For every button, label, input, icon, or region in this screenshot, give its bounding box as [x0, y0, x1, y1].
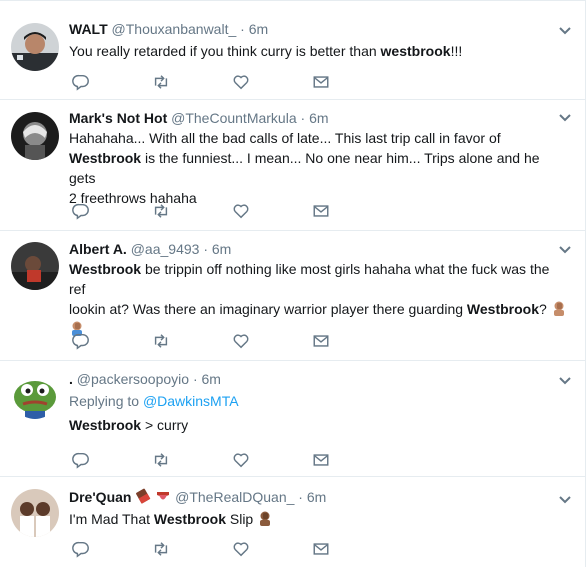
tweet-text: Westbrook > curry: [69, 415, 569, 435]
display-name[interactable]: Mark's Not Hot: [69, 110, 167, 126]
replying-label: Replying to: [69, 393, 143, 409]
text-segment: be trippin off nothing like most girls h…: [69, 261, 550, 297]
text-line: Westbrook is the funniest... I mean... N…: [69, 148, 569, 188]
text-segment: You really retarded if you think curry i…: [69, 43, 381, 59]
chevron-down-icon[interactable]: [558, 26, 572, 36]
text-segment: ?: [539, 301, 547, 317]
display-name[interactable]: .: [69, 371, 73, 387]
tweet-drequan[interactable]: Dre'Quan @TheRealDQuan_ · 6m I'm Mad Tha…: [0, 477, 586, 568]
direct-message-icon[interactable]: [312, 540, 332, 560]
mention-link[interactable]: @DawkinsMTA: [143, 393, 239, 409]
reply-icon[interactable]: [72, 540, 92, 560]
tweet-timeline: WALT @Thouxanbanwalt_ · 6m You really re…: [0, 0, 586, 567]
separator-dot: ·: [240, 21, 245, 37]
direct-message-icon[interactable]: [312, 73, 332, 93]
timestamp[interactable]: 6m: [212, 241, 231, 257]
tweet-header: Dre'Quan @TheRealDQuan_ · 6m: [69, 487, 569, 507]
chevron-down-icon[interactable]: [558, 376, 572, 386]
highlighted-keyword: Westbrook: [69, 150, 142, 166]
user-handle[interactable]: @Thouxanbanwalt_: [112, 21, 237, 37]
text-line: Westbrook be trippin off nothing like mo…: [69, 259, 569, 299]
reply-icon[interactable]: [72, 332, 92, 352]
retweet-icon[interactable]: [152, 540, 172, 560]
text-segment: lookin at? Was there an imaginary warrio…: [69, 301, 467, 317]
replying-to-line: Replying to @DawkinsMTA: [69, 391, 569, 411]
chevron-down-icon[interactable]: [558, 495, 572, 505]
retweet-icon[interactable]: [152, 451, 172, 471]
retweet-icon[interactable]: [152, 332, 172, 352]
user-handle[interactable]: @aa_9493: [131, 241, 200, 257]
text-segment: I'm Mad That: [69, 511, 154, 527]
text-line: lookin at? Was there an imaginary warrio…: [69, 299, 569, 319]
man-facepalming-emoji-icon: [553, 301, 564, 316]
reply-icon[interactable]: [72, 202, 92, 222]
avatar[interactable]: [11, 242, 59, 290]
user-handle[interactable]: @TheRealDQuan_: [175, 489, 294, 505]
user-handle[interactable]: @TheCountMarkula: [171, 110, 297, 126]
separator-dot: ·: [298, 489, 303, 505]
like-heart-icon[interactable]: [232, 202, 252, 222]
timestamp[interactable]: 6m: [309, 110, 328, 126]
text-segment: !!!: [450, 43, 463, 59]
like-heart-icon[interactable]: [232, 332, 252, 352]
avatar[interactable]: [11, 489, 59, 537]
tweet-text: You really retarded if you think curry i…: [69, 41, 569, 61]
retweet-icon[interactable]: [152, 202, 172, 222]
tweet-header: . @packersoopoyio · 6m: [69, 369, 569, 389]
separator-dot: ·: [300, 110, 306, 126]
tweet-packersoopoyio[interactable]: . @packersoopoyio · 6m Replying to @Dawk…: [0, 361, 586, 477]
separator-dot: ·: [192, 371, 198, 387]
tweet-header: Mark's Not Hot @TheCountMarkula · 6m: [69, 108, 569, 128]
separator-dot: ·: [203, 241, 208, 257]
highlighted-keyword: Westbrook: [69, 261, 142, 277]
highlighted-keyword: Westbrook: [69, 417, 142, 433]
text-segment: > curry: [141, 417, 189, 433]
tweet-text: Westbrook be trippin off nothing like mo…: [69, 259, 569, 339]
like-heart-icon[interactable]: [232, 73, 252, 93]
tweet-header: Albert A. @aa_9493 · 6m: [69, 239, 569, 259]
tweet-walt[interactable]: WALT @Thouxanbanwalt_ · 6m You really re…: [0, 1, 586, 100]
timestamp[interactable]: 6m: [307, 489, 326, 505]
display-name[interactable]: Albert A.: [69, 241, 127, 257]
user-handle[interactable]: @packersoopoyio: [77, 371, 189, 387]
tweet-text: Hahahaha... With all the bad calls of la…: [69, 128, 569, 208]
timestamp[interactable]: 6m: [202, 371, 221, 387]
text-line: Hahahaha... With all the bad calls of la…: [69, 130, 501, 146]
chocolate-bar-emoji-icon: [136, 488, 151, 504]
direct-message-icon[interactable]: [312, 332, 332, 352]
reply-icon[interactable]: [72, 73, 92, 93]
direct-message-icon[interactable]: [312, 451, 332, 471]
highlighted-keyword: Westbrook: [153, 511, 226, 527]
like-heart-icon[interactable]: [232, 540, 252, 560]
chevron-down-icon[interactable]: [558, 113, 572, 123]
avatar[interactable]: [11, 112, 59, 160]
display-name[interactable]: Dre'Quan: [69, 489, 131, 505]
like-heart-icon[interactable]: [232, 451, 252, 471]
avatar[interactable]: [11, 371, 59, 419]
man-facepalming-emoji-icon: [260, 511, 271, 526]
tweet-marks-not-hot[interactable]: Mark's Not Hot @TheCountMarkula · 6m Hah…: [0, 100, 586, 231]
timestamp[interactable]: 6m: [249, 21, 268, 37]
avatar[interactable]: [11, 23, 59, 71]
chevron-down-icon[interactable]: [558, 245, 572, 255]
tweet-header: WALT @Thouxanbanwalt_ · 6m: [69, 19, 569, 39]
reply-icon[interactable]: [72, 451, 92, 471]
highlighted-keyword: Westbrook: [466, 301, 539, 317]
display-name[interactable]: WALT: [69, 21, 108, 37]
text-segment: Slip: [225, 511, 254, 527]
tweet-albert[interactable]: Albert A. @aa_9493 · 6m Westbrook be tri…: [0, 231, 586, 361]
direct-message-icon[interactable]: [312, 202, 332, 222]
retweet-icon[interactable]: [152, 73, 172, 93]
tongue-emoji-icon: [157, 492, 170, 500]
highlighted-keyword: westbrook: [380, 43, 451, 59]
tweet-text: I'm Mad That Westbrook Slip: [69, 509, 569, 529]
